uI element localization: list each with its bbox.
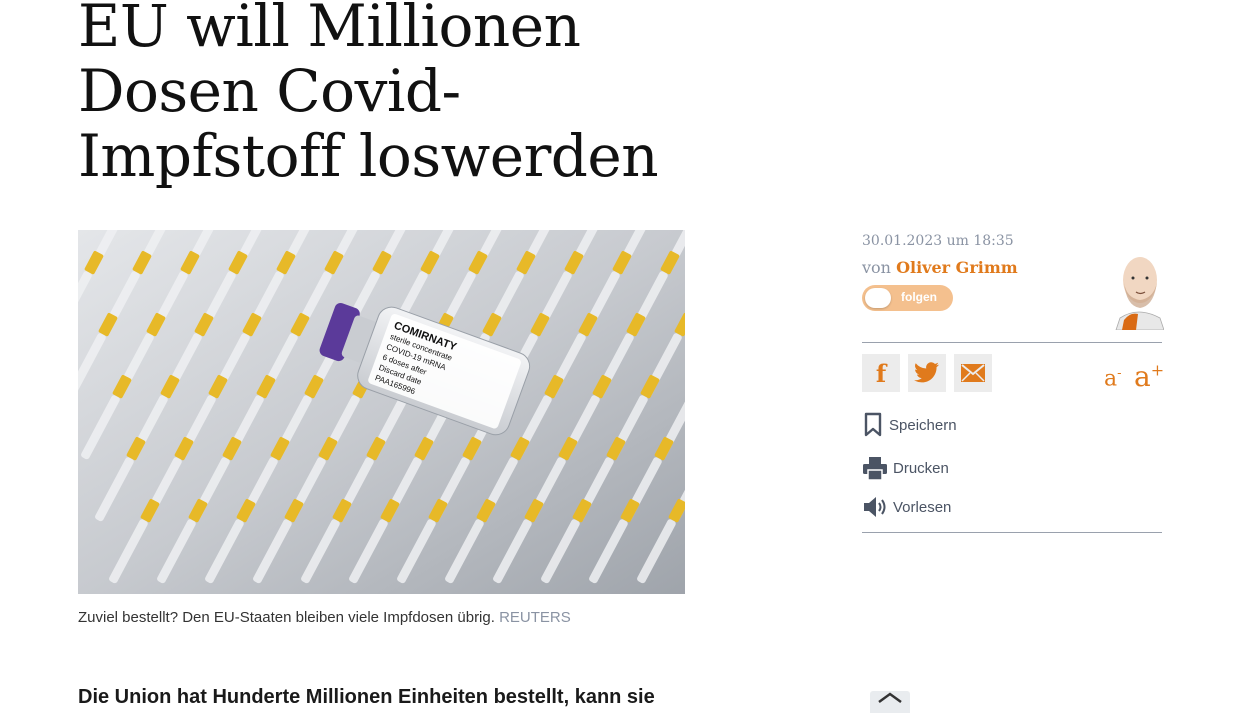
publish-date: 30.01.2023 um 18:35 [862,233,1014,249]
save-label: Speichern [889,416,957,434]
image-caption: Zuviel bestellt? Den EU-Staaten bleiben … [78,609,571,626]
print-button[interactable]: Drucken [862,455,949,481]
email-icon [961,364,985,382]
font-increase-button[interactable]: a+ [1134,360,1164,393]
read-aloud-button[interactable]: Vorlesen [862,494,951,520]
author-name[interactable]: Oliver Grimm [896,258,1018,277]
share-email-button[interactable] [954,354,992,392]
speaker-icon [864,497,886,517]
share-facebook-button[interactable]: f [862,354,900,392]
follow-toggle[interactable]: folgen [862,285,953,311]
author-prefix: von [862,258,891,277]
meta-divider-bottom [862,532,1162,533]
article-headline: EU will Millionen Dosen Covid-Impfstoff … [78,0,659,190]
follow-label: folgen [901,290,937,304]
font-decrease-sign: - [1117,366,1122,381]
author-line: von Oliver Grimm [862,258,1018,277]
facebook-icon: f [875,358,887,388]
twitter-icon [914,362,939,383]
printer-icon [863,457,887,481]
image-credit[interactable]: REUTERS [499,609,571,626]
caption-text: Zuviel bestellt? Den EU-Staaten bleiben … [78,609,495,626]
font-decrease-button[interactable]: a- [1104,366,1122,391]
article-photo: COMIRNATYsterile concentrateCOVID-19 mRN… [78,230,685,594]
article-lead: Die Union hat Hunderte Millionen Einheit… [78,686,655,708]
print-label: Drucken [893,459,949,477]
bookmark-icon [864,412,882,437]
chevron-up-icon [878,692,902,703]
font-increase-letter: a [1134,360,1151,393]
save-button[interactable]: Speichern [862,412,957,438]
font-decrease-letter: a [1104,366,1118,392]
meta-divider-top [862,342,1162,343]
author-avatar [1115,257,1164,330]
scroll-to-top-button[interactable] [870,691,910,713]
follow-toggle-knob [865,288,891,308]
font-increase-sign: + [1150,360,1165,380]
share-twitter-button[interactable] [908,354,946,392]
read-aloud-label: Vorlesen [893,498,952,516]
